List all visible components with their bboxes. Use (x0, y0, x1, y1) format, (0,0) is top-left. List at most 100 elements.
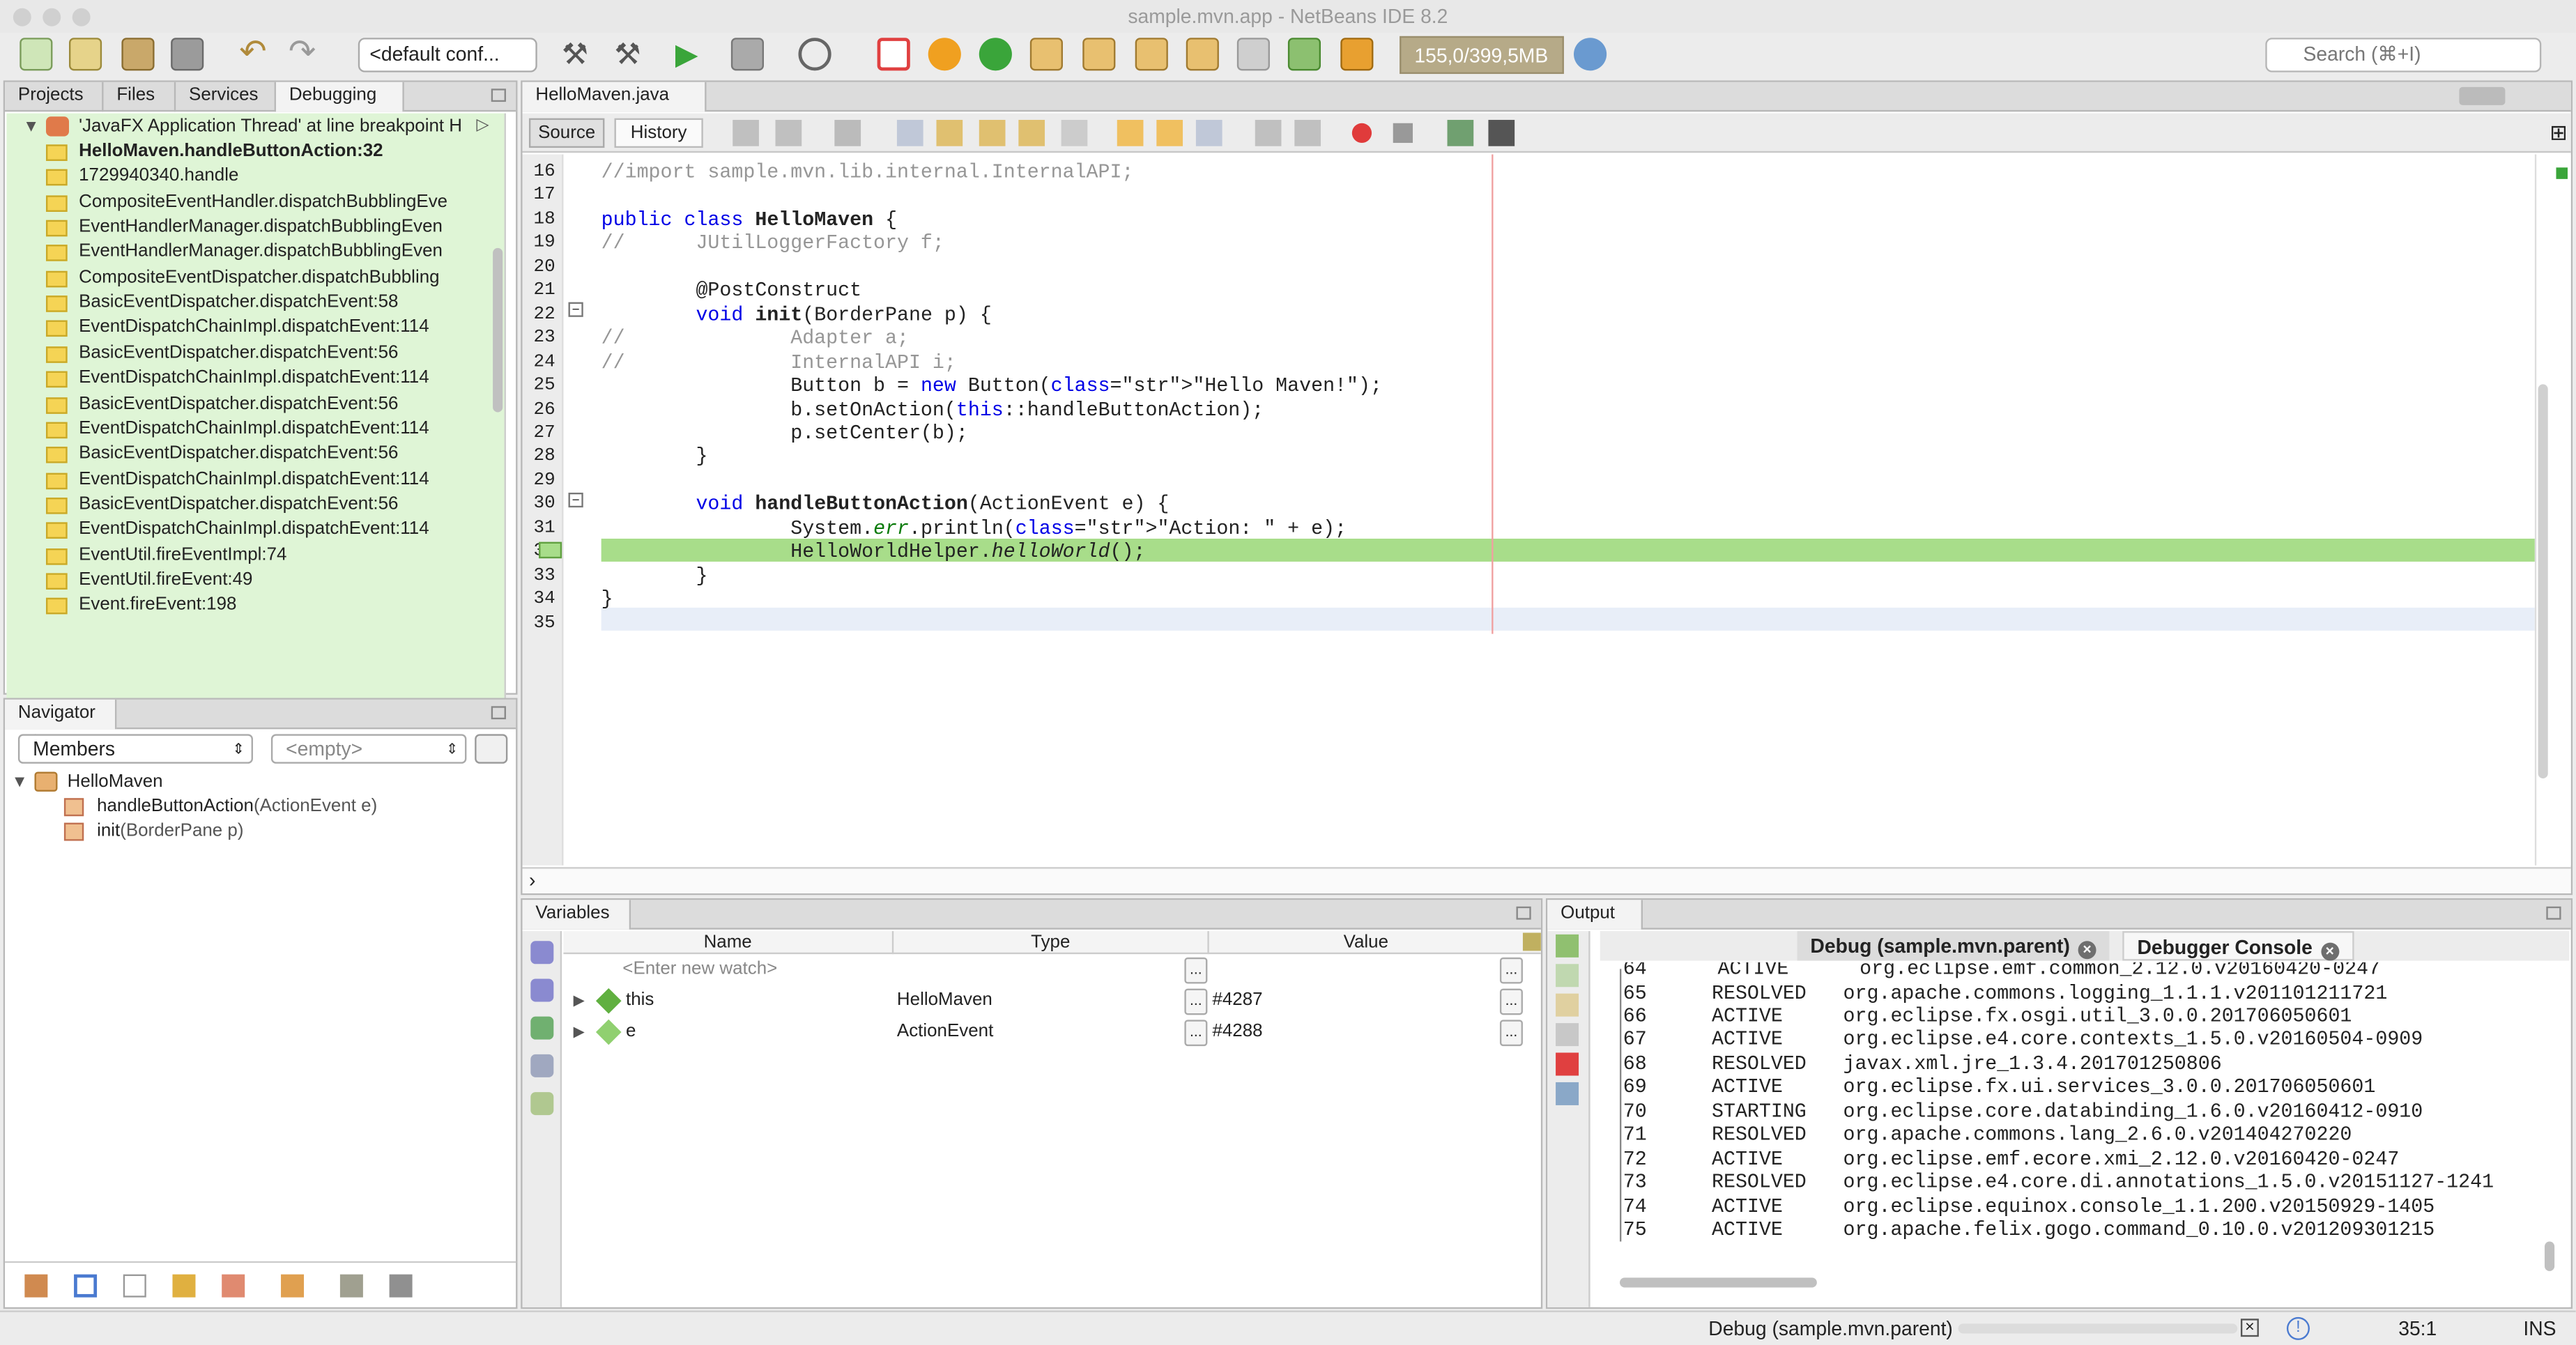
start-macro-icon[interactable] (1351, 123, 1372, 144)
shift-left-icon[interactable] (1255, 120, 1282, 146)
step-into-icon[interactable] (1135, 38, 1168, 71)
minimize-panel-icon[interactable] (2546, 906, 2561, 920)
call-stack-frame[interactable]: EventUtil.fireEventImpl:74 (45, 543, 286, 567)
minimize-panel-icon[interactable] (491, 89, 506, 102)
watch-action-2-icon[interactable] (530, 978, 554, 1002)
expand-triangle-icon[interactable]: ▶ (574, 1017, 585, 1048)
source-tab[interactable]: Source (528, 118, 605, 148)
ellipsis-button[interactable]: ... (1184, 1020, 1208, 1047)
toggle-bookmark-icon[interactable] (1195, 120, 1222, 146)
ellipsis-button[interactable]: ... (1184, 988, 1208, 1015)
run-icon[interactable]: ▶ (670, 38, 703, 70)
memory-usage-gc-button[interactable]: 155,0/399,5MB (1400, 36, 1564, 75)
watch-input-row[interactable]: <Enter new watch> ... ... (563, 954, 1540, 985)
nav-action-2-icon[interactable] (74, 1274, 98, 1298)
forward-icon[interactable] (834, 120, 861, 146)
call-stack-frame[interactable]: BasicEventDispatcher.dispatchEvent:58 (45, 291, 398, 315)
previous-bookmark-icon[interactable] (1117, 120, 1144, 146)
tab-projects[interactable]: Projects (5, 82, 104, 112)
navigator-root-class[interactable]: HelloMaven (68, 770, 163, 794)
expand-triangle-icon[interactable]: ▶ (574, 985, 585, 1017)
continue-icon[interactable] (979, 38, 1012, 71)
variable-row[interactable]: ▶ e ActionEvent ... #4288 ... (563, 1017, 1540, 1048)
call-stack-frame[interactable]: EventHandlerManager.dispatchBubblingEven (45, 240, 443, 265)
call-stack-frame[interactable]: EventDispatchChainImpl.dispatchEvent:114 (45, 417, 429, 441)
cancel-task-icon[interactable]: × (2240, 1319, 2259, 1337)
comment-icon[interactable] (1447, 120, 1474, 146)
nav-action-7-icon[interactable] (339, 1274, 363, 1298)
call-stack-frame[interactable]: BasicEventDispatcher.dispatchEvent:56 (45, 493, 398, 517)
tab-variables[interactable]: Variables× (522, 900, 631, 953)
collapse-triangle-icon[interactable]: ▼ (23, 118, 39, 137)
watch-action-4-icon[interactable] (530, 1054, 554, 1077)
call-stack-frame[interactable]: EventDispatchChainImpl.dispatchEvent:114 (45, 468, 429, 492)
nav-action-1-icon[interactable] (24, 1274, 48, 1298)
notifications-icon[interactable]: ! (2286, 1316, 2310, 1340)
subtab-debug[interactable]: Debug (sample.mvn.parent) × (1797, 931, 2110, 961)
fold-icon[interactable]: − (568, 492, 583, 508)
call-stack-frame[interactable]: EventDispatchChainImpl.dispatchEvent:114 (45, 367, 429, 391)
undo-icon[interactable]: ↶ (236, 36, 269, 70)
vertical-scrollbar[interactable] (493, 247, 503, 413)
step-icon[interactable] (1556, 993, 1579, 1017)
uncomment-icon[interactable] (1488, 120, 1515, 146)
stop-macro-icon[interactable] (1393, 123, 1413, 144)
scroll-tabs-icon[interactable] (2459, 86, 2506, 105)
call-stack-frame[interactable]: CompositeEventHandler.dispatchBubblingEv… (45, 190, 447, 215)
horizontal-scrollbar[interactable] (1620, 1277, 1817, 1288)
step-out-icon[interactable] (1186, 38, 1219, 71)
nav-action-6-icon[interactable] (281, 1274, 305, 1298)
pause-icon[interactable] (928, 38, 961, 71)
run-to-cursor-icon[interactable] (1236, 38, 1270, 71)
lock-icon[interactable] (172, 1274, 196, 1298)
open-project-icon[interactable] (121, 38, 155, 71)
new-file-icon[interactable] (20, 38, 53, 71)
rerun-icon[interactable] (1556, 934, 1579, 958)
ellipsis-button[interactable]: ... (1499, 1020, 1523, 1047)
new-watch-input[interactable]: <Enter new watch> (622, 954, 777, 985)
rerun-with-args-icon[interactable] (1556, 964, 1579, 987)
filter-select[interactable]: <empty> ⇕ (270, 734, 467, 764)
chevron-right-icon[interactable]: › (529, 869, 535, 892)
collapse-triangle-icon[interactable]: ▼ (11, 774, 27, 792)
shift-right-icon[interactable] (1294, 120, 1321, 146)
ellipsis-button[interactable]: ... (1184, 957, 1208, 984)
nav-action-8-icon[interactable] (389, 1274, 413, 1298)
tab-output[interactable]: Output× (1547, 900, 1643, 953)
call-stack-frame[interactable]: 1729940340.handle (45, 164, 238, 189)
close-tab-icon[interactable]: × (2320, 942, 2339, 961)
history-tab[interactable]: History (614, 118, 703, 148)
subtab-debugger-console[interactable]: Debugger Console × (2122, 931, 2354, 961)
status-task[interactable]: Debug (sample.mvn.parent) (1708, 1312, 1953, 1345)
step-over-icon[interactable] (1029, 38, 1063, 71)
find-next-icon[interactable] (979, 120, 1006, 146)
gc-icon[interactable] (1574, 38, 1607, 71)
column-name[interactable]: Name (563, 931, 891, 954)
find-selection-icon[interactable] (896, 120, 923, 146)
nav-action-3-icon[interactable] (123, 1274, 146, 1298)
call-stack-frame[interactable]: CompositeEventDispatcher.dispatchBubblin… (45, 266, 440, 290)
last-edit-icon[interactable] (733, 120, 759, 146)
call-stack-frame[interactable]: EventDispatchChainImpl.dispatchEvent:114 (45, 316, 429, 340)
split-editor-icon[interactable]: ⊞ (2550, 120, 2568, 146)
watch-action-5-icon[interactable] (530, 1092, 554, 1116)
navigator-member[interactable]: handleButtonAction(ActionEvent e) (97, 795, 377, 820)
call-stack-frame[interactable]: EventUtil.fireEvent:49 (45, 568, 252, 592)
new-watch-icon[interactable] (530, 1016, 554, 1040)
output-action-icon[interactable] (1556, 1023, 1579, 1047)
ellipsis-button[interactable]: ... (1499, 957, 1523, 984)
zoom-window-button[interactable] (72, 8, 91, 26)
minimize-panel-icon[interactable] (491, 706, 506, 720)
debug-icon[interactable] (730, 38, 765, 71)
quick-search-input[interactable]: Search (⌘+I) (2265, 38, 2542, 72)
vertical-scrollbar[interactable] (2544, 1241, 2555, 1271)
configuration-select[interactable]: <default conf... (358, 38, 537, 72)
close-tab-icon[interactable]: × (2078, 941, 2096, 960)
column-chooser-icon[interactable] (1522, 932, 1541, 951)
tab-navigator[interactable]: Navigator× (5, 699, 117, 753)
step-over-expr-icon[interactable] (1082, 38, 1116, 71)
toggle-rect-select-icon[interactable] (1061, 120, 1088, 146)
close-project-icon[interactable] (171, 38, 204, 71)
tab-hellomaven-java[interactable]: HelloMaven.java× (522, 82, 707, 135)
variable-row[interactable]: ▶ this HelloMaven ... #4287 ... (563, 985, 1540, 1017)
